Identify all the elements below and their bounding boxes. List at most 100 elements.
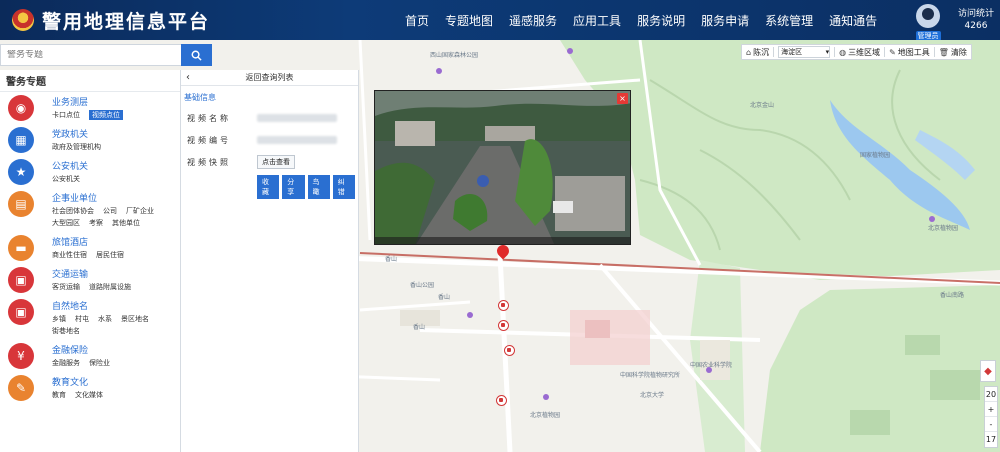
avatar[interactable] <box>916 4 940 28</box>
clear-button[interactable]: 🗑 清除 <box>935 45 971 59</box>
category-title[interactable]: 自然地名 <box>52 299 174 312</box>
district-select[interactable]: 海淀区 ▾ <box>778 46 831 58</box>
map-label: 香山 <box>438 294 451 301</box>
poi-icon[interactable] <box>929 216 935 222</box>
field-label: 视频编号 <box>187 135 231 145</box>
place-icon: ▣ <box>8 299 34 325</box>
close-video-button[interactable]: × <box>617 93 628 104</box>
info-row-code: 视频编号 <box>181 129 358 151</box>
share-button[interactable]: 分享 <box>282 175 305 199</box>
camera-marker-icon[interactable] <box>496 395 507 406</box>
tag[interactable]: 政府及管理机构 <box>52 142 101 152</box>
field-value-redacted <box>257 114 337 122</box>
tag[interactable]: 保险业 <box>89 358 110 368</box>
app-header: 警用地理信息平台 首页 专题地图 遥感服务 应用工具 服务说明 服务申请 系统管… <box>0 0 1000 41</box>
tag[interactable]: 水系 <box>98 314 112 324</box>
nav-thematic-map[interactable]: 专题地图 <box>445 12 493 29</box>
back-to-list-link[interactable]: 返回查询列表 <box>195 72 358 83</box>
category-title[interactable]: 教育文化 <box>52 375 174 388</box>
action-buttons: 收藏 分享 鸟瞰 纠错 <box>181 175 358 199</box>
info-row-snapshot: 视频快照 点击查看 <box>181 151 358 173</box>
panel-title: 警务专题 <box>0 70 180 92</box>
category-title[interactable]: 业务测层 <box>52 95 174 108</box>
nav-home[interactable]: 首页 <box>405 12 429 29</box>
tag[interactable]: 教育 <box>52 390 66 400</box>
report-error-button[interactable]: 纠错 <box>332 175 355 199</box>
chevron-down-icon: ▾ <box>825 48 830 56</box>
tag[interactable]: 街巷地名 <box>52 326 80 336</box>
tag[interactable]: 公安机关 <box>52 174 80 184</box>
camera-marker-icon[interactable] <box>498 320 509 331</box>
map-tools-button[interactable]: ✎ 地图工具 <box>885 45 934 59</box>
tag[interactable]: 道路附属设施 <box>89 282 131 292</box>
zoom-in-button[interactable]: + <box>985 402 997 417</box>
field-label: 视频名称 <box>187 113 231 123</box>
poi-icon[interactable] <box>706 367 712 373</box>
tag-video-points[interactable]: 视频点位 <box>89 110 123 120</box>
poi-icon[interactable] <box>467 312 473 318</box>
home-icon: ⌂ <box>746 47 752 57</box>
tag[interactable]: 文化媒体 <box>75 390 103 400</box>
camera-marker-icon[interactable] <box>504 345 515 356</box>
view-snapshot-button[interactable]: 点击查看 <box>257 155 295 169</box>
nav-notices[interactable]: 通知通告 <box>829 12 877 29</box>
camera-marker-icon[interactable] <box>498 300 509 311</box>
tag[interactable]: 大型园区 <box>52 218 80 228</box>
zoom-out-button[interactable]: - <box>985 417 997 432</box>
three-d-area-button[interactable]: ◍ 三维区域 <box>835 45 884 59</box>
tag[interactable]: 考察 <box>89 218 103 228</box>
nav-service-apply[interactable]: 服务申请 <box>701 12 749 29</box>
search-button[interactable] <box>181 44 212 66</box>
tag[interactable]: 金融服务 <box>52 358 80 368</box>
nav-service-docs[interactable]: 服务说明 <box>637 12 685 29</box>
tag[interactable]: 厂矿企业 <box>126 206 154 216</box>
poi-icon[interactable] <box>543 394 549 400</box>
search-input[interactable] <box>1 50 183 60</box>
zoom-max-level: 20 <box>985 387 997 402</box>
home-view-button[interactable]: ⌂ 陈沉 <box>742 45 773 59</box>
tag[interactable]: 其他单位 <box>112 218 140 228</box>
category-title[interactable]: 公安机关 <box>52 159 174 172</box>
main-nav: 首页 专题地图 遥感服务 应用工具 服务说明 服务申请 系统管理 通知通告 <box>405 0 893 40</box>
tag[interactable]: 景区地名 <box>121 314 149 324</box>
user-menu[interactable]: 管理员 <box>914 4 942 41</box>
tag[interactable]: 居民住宿 <box>96 250 124 260</box>
category-title[interactable]: 党政机关 <box>52 127 174 140</box>
map-label: 中国科学院植物研究所 <box>620 372 681 379</box>
nav-system-admin[interactable]: 系统管理 <box>765 12 813 29</box>
map-label: 香山公园 <box>410 282 435 289</box>
detail-panel-header: ‹ 返回查询列表 <box>181 70 358 86</box>
visits-count: 4266 <box>964 21 988 31</box>
back-arrow-icon[interactable]: ‹ <box>181 72 195 83</box>
nav-app-tools[interactable]: 应用工具 <box>573 12 621 29</box>
visit-stats: 访问统计 4266 <box>955 8 997 32</box>
map-label: 北京金山 <box>750 102 775 109</box>
nav-remote-sensing[interactable]: 遥感服务 <box>509 12 557 29</box>
compass-icon[interactable]: ◆ <box>980 360 996 382</box>
tag[interactable]: 客货运输 <box>52 282 80 292</box>
category-title[interactable]: 企事业单位 <box>52 191 174 204</box>
category-title[interactable]: 旅馆酒店 <box>52 235 174 248</box>
category-finance: ¥ 金融保险 金融服务 保险业 <box>0 340 180 372</box>
category-education: ✎ 教育文化 教育 文化媒体 <box>0 372 180 404</box>
favorite-button[interactable]: 收藏 <box>257 175 280 199</box>
tag-checkpoint[interactable]: 卡口点位 <box>52 110 80 120</box>
tag[interactable]: 村屯 <box>75 314 89 324</box>
tag[interactable]: 商业性住宿 <box>52 250 87 260</box>
tag[interactable]: 乡镇 <box>52 314 66 324</box>
poi-icon[interactable] <box>436 68 442 74</box>
tag[interactable]: 社会团体协会 <box>52 206 94 216</box>
video-player-popup[interactable]: × <box>374 90 631 245</box>
poi-icon[interactable] <box>567 48 573 54</box>
map-label: 北京植物园 <box>928 225 959 232</box>
category-title[interactable]: 金融保险 <box>52 343 174 356</box>
camera-icon: ◉ <box>8 95 34 121</box>
globe-icon: ◍ <box>839 47 847 57</box>
zoom-level: 17 <box>985 435 997 444</box>
tag[interactable]: 公司 <box>103 206 117 216</box>
bus-icon: ▣ <box>8 267 34 293</box>
category-enterprise: ▤ 企事业单位 社会团体协会 公司 厂矿企业 大型园区 考察 其他单位 <box>0 188 180 232</box>
birdseye-button[interactable]: 鸟瞰 <box>307 175 330 199</box>
category-title[interactable]: 交通运输 <box>52 267 174 280</box>
field-value-redacted <box>257 136 337 144</box>
